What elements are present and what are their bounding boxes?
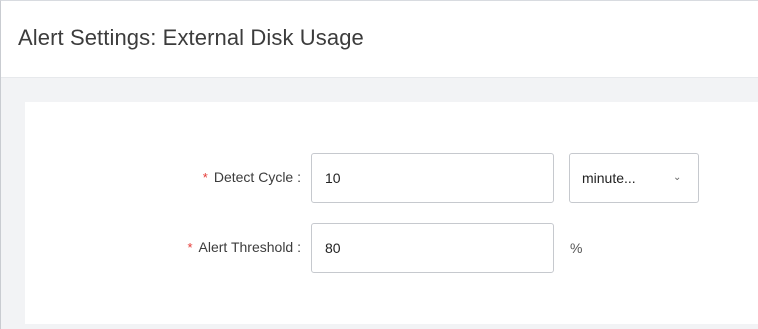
alert-settings-dialog: Alert Settings: External Disk Usage * Det…: [0, 0, 758, 329]
detect-cycle-unit-select[interactable]: minute... ⌄: [569, 153, 699, 203]
settings-panel: * Detect Cycle : minute... ⌄ * Alert Thres…: [25, 102, 758, 324]
detect-cycle-row: * Detect Cycle : minute... ⌄: [25, 153, 758, 203]
percent-unit-label: %: [570, 240, 583, 256]
detect-cycle-input[interactable]: [311, 153, 554, 203]
detect-cycle-unit-value: minute...: [582, 170, 636, 186]
dialog-title: Alert Settings: External Disk Usage: [18, 25, 364, 50]
required-asterisk: *: [187, 240, 193, 255]
alert-threshold-label-text: Alert Threshold :: [198, 239, 301, 255]
alert-threshold-input[interactable]: [311, 223, 554, 273]
detect-cycle-label-text: Detect Cycle :: [213, 169, 301, 185]
detect-cycle-label: * Detect Cycle :: [203, 169, 301, 185]
chevron-down-icon: ⌄: [673, 172, 682, 183]
alert-threshold-row: * Alert Threshold : %: [25, 223, 758, 273]
dialog-header: Alert Settings: External Disk Usage: [1, 1, 758, 78]
alert-threshold-label: * Alert Threshold :: [187, 239, 301, 255]
required-asterisk: *: [202, 170, 208, 185]
